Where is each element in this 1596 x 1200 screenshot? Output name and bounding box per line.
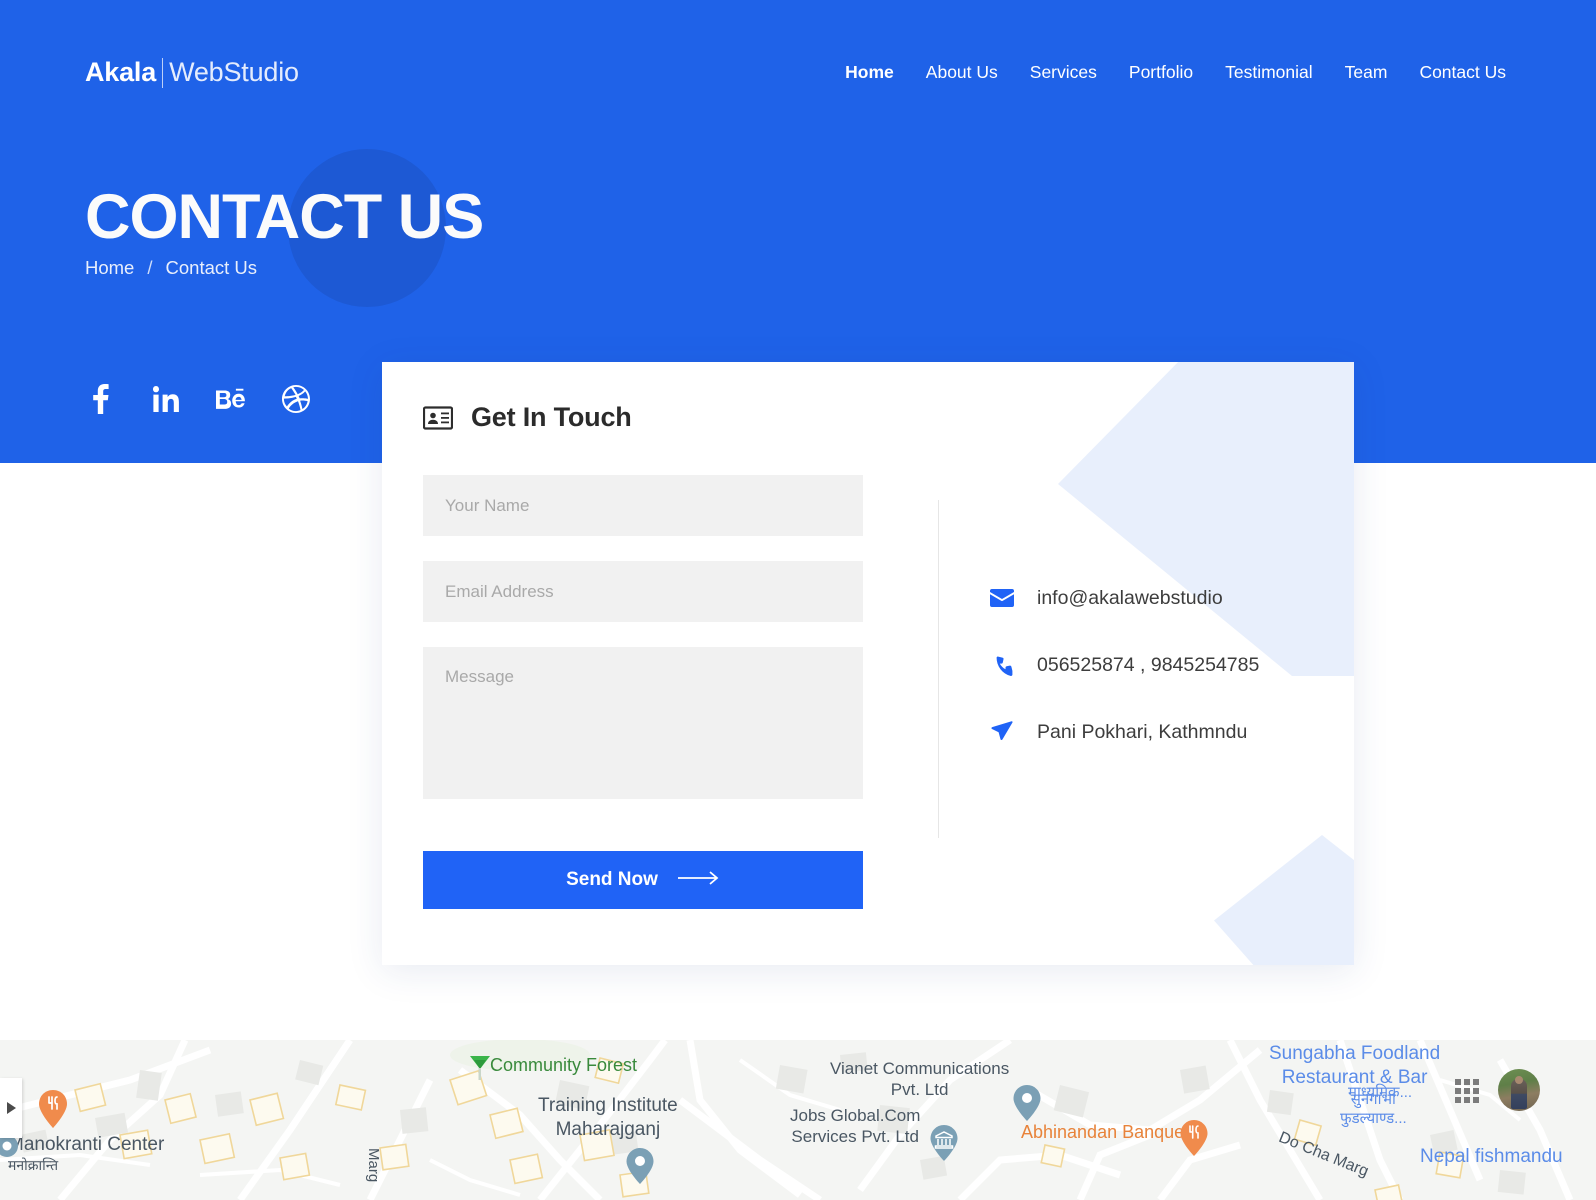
breadcrumb-separator: / [147,257,153,278]
contact-info-address[interactable]: Pani Pokhari, Kathmndu [990,720,1259,744]
paper-plane-icon [990,720,1014,744]
map-pin-abhinandan-banquet[interactable] [1180,1120,1208,1156]
contact-form [423,475,863,799]
map-pin-vianet[interactable] [1013,1085,1041,1121]
map-pin-marker-left-edge[interactable] [0,1133,20,1167]
card-header: Get In Touch [422,402,632,433]
breadcrumb-current: Contact Us [165,257,258,278]
email-input[interactable] [423,561,863,622]
map-pin-restaurant-manokranti[interactable] [38,1090,67,1128]
contact-info-email-text: info@akalawebstudio [1037,586,1223,609]
nav-item-home[interactable]: Home [845,62,894,83]
nav-item-portfolio[interactable]: Portfolio [1129,62,1193,83]
phone-icon [990,653,1014,677]
map-expand-sidebar-button[interactable] [0,1078,22,1138]
envelope-icon [990,586,1014,610]
send-now-label: Send Now [566,869,658,890]
map-label-jobs-global: Jobs Global.Com Services Pvt. Ltd [790,1106,921,1147]
map-label-madhyamik: माध्यमिक... [1348,1084,1413,1101]
card-vertical-divider [938,500,939,838]
avatar-head [1515,1076,1523,1084]
contact-info-email[interactable]: info@akalawebstudio [990,586,1259,610]
nav-item-team[interactable]: Team [1345,62,1388,83]
nav-item-about-us[interactable]: About Us [926,62,998,83]
arrow-right-icon [677,869,720,891]
main-navigation: Home About Us Services Portfolio Testimo… [845,62,1506,83]
page-title: CONTACT US [85,182,484,252]
map-label-marg: Marg [365,1148,382,1183]
site-header: Akala WebStudio Home About Us Services P… [0,0,1596,150]
card-title: Get In Touch [471,402,632,432]
contact-info-address-text: Pani Pokhari, Kathmndu [1037,720,1248,743]
social-links [85,383,312,415]
site-logo[interactable]: Akala WebStudio [85,57,299,88]
contact-info-list: info@akalawebstudio 056525874 , 98452547… [990,586,1259,744]
breadcrumb: Home / Contact Us [85,257,257,279]
map-label-vianet: Vianet Communications Pvt. Ltd [830,1059,1010,1100]
chevron-right-icon [6,1102,16,1114]
logo-secondary-text: WebStudio [169,57,299,87]
map-label-community-forest: Community Forest [490,1055,638,1075]
dribbble-icon[interactable] [280,383,312,415]
message-textarea[interactable] [423,647,863,799]
map-label-sungabha-foodland: Sungabha Foodland Restaurant & Bar [1269,1043,1441,1088]
map-label-abhinandan-banquet: Abhinandan Banquet [1021,1122,1190,1142]
name-input[interactable] [423,475,863,536]
contact-card-icon [422,403,454,433]
facebook-icon[interactable] [85,383,117,415]
contact-info-phone-text: 056525874 , 9845254785 [1037,653,1260,676]
card-decoration-bottom-right [1214,835,1354,965]
contact-info-phone[interactable]: 056525874 , 9845254785 [990,653,1259,677]
logo-primary-text: Akala [85,57,157,87]
behance-icon[interactable] [215,383,247,415]
linkedin-icon[interactable] [150,383,182,415]
street-view-avatar[interactable] [1498,1069,1540,1111]
map-label-training-institute: Training Institute Maharajganj [538,1095,678,1140]
nav-item-contact-us[interactable]: Contact Us [1419,62,1506,83]
nav-item-services[interactable]: Services [1030,62,1097,83]
logo-divider [162,57,164,88]
map-pin-community-forest[interactable] [466,1054,492,1088]
contact-card: Get In Touch Send Now info@akalawebstudi… [382,362,1354,965]
apps-grid-icon[interactable] [1455,1079,1479,1103]
map-pin-training-institute[interactable] [626,1148,654,1184]
nav-item-testimonial[interactable]: Testimonial [1225,62,1313,83]
send-now-button[interactable]: Send Now [423,851,863,909]
map-embed[interactable]: Manokranti Center मनोक्रान्ति Community … [0,1040,1596,1200]
map-pin-jobs-global-bank[interactable] [930,1125,958,1161]
map-label-manokranti: Manokranti Center मनोक्रान्ति [8,1134,165,1173]
map-label-nepal-fishmandu: Nepal fishmandu [1420,1146,1563,1167]
breadcrumb-home[interactable]: Home [85,257,134,279]
